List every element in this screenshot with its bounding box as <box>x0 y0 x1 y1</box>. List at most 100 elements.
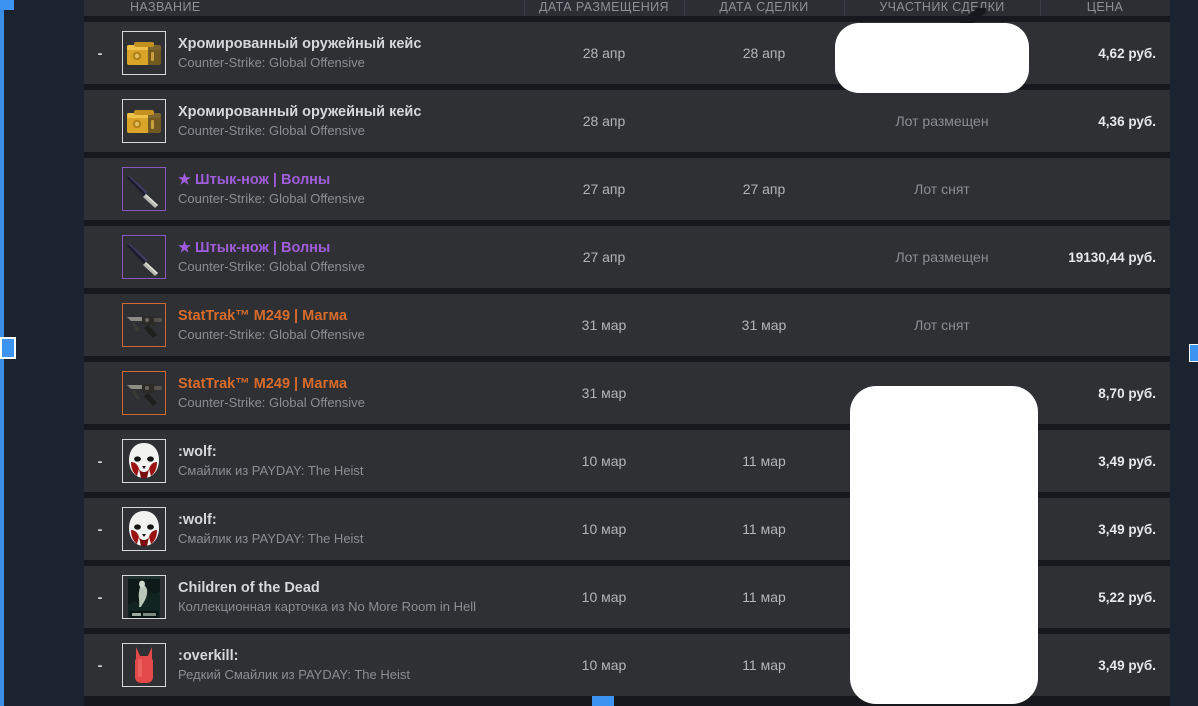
deal-date-cell: 11 мар <box>742 589 786 605</box>
deal-date-cell: 28 апр <box>742 45 786 61</box>
column-header-listed-date[interactable]: ДАТА РАЗМЕЩЕНИЯ <box>524 0 684 16</box>
item-subtitle: Counter-Strike: Global Offensive <box>178 394 365 410</box>
deal-date-cell: 11 мар <box>742 521 786 537</box>
item-subtitle: Counter-Strike: Global Offensive <box>178 258 365 274</box>
price-cell: 8,70 руб. <box>1098 385 1156 401</box>
item-icon-frame <box>122 371 166 415</box>
selection-marker-bottom <box>592 696 614 706</box>
listed-date-cell: 31 мар <box>581 385 627 401</box>
item-icon-frame <box>122 643 166 687</box>
item-title[interactable]: :wolf: <box>178 512 524 529</box>
selection-marker-top <box>0 0 14 10</box>
item-name-cell[interactable]: Хромированный оружейный кейс Counter-Stri… <box>172 104 524 139</box>
item-icon-cell[interactable] <box>116 439 172 483</box>
item-subtitle: Редкий Смайлик из PAYDAY: The Heist <box>178 666 411 682</box>
weapon-case-icon <box>127 42 161 65</box>
item-icon-cell[interactable] <box>116 303 172 347</box>
item-icon-frame <box>122 439 166 483</box>
price-cell: 3,49 руб. <box>1098 453 1156 469</box>
item-subtitle: Counter-Strike: Global Offensive <box>178 326 365 342</box>
item-title[interactable]: ★ Штык-нож | Волны <box>178 172 524 189</box>
deal-party-cell: Лот размещен <box>895 249 989 265</box>
item-name-cell[interactable]: Children of the Dead Коллекционная карточ… <box>172 580 524 615</box>
listed-date-cell: 27 апр <box>582 249 626 265</box>
row-expand-dash[interactable]: - <box>84 454 116 469</box>
price-cell: 4,36 руб. <box>1098 113 1156 129</box>
price-cell: 19130,44 руб. <box>1068 249 1156 265</box>
price-cell: 3,49 руб. <box>1098 657 1156 673</box>
listed-date-cell: 31 мар <box>581 317 627 333</box>
selection-marker-left <box>0 337 16 359</box>
column-header-name[interactable]: НАЗВАНИЕ <box>84 0 524 16</box>
item-title[interactable]: StatTrak™ M249 | Магма <box>178 376 524 393</box>
item-icon-cell[interactable] <box>116 99 172 143</box>
item-name-cell[interactable]: StatTrak™ M249 | Магма Counter-Strike: Gl… <box>172 376 524 411</box>
table-header-row: НАЗВАНИЕ ДАТА РАЗМЕЩЕНИЯ ДАТА СДЕЛКИ УЧА… <box>84 0 1170 16</box>
column-header-price[interactable]: ЦЕНА <box>1040 0 1170 16</box>
item-icon-frame <box>122 303 166 347</box>
item-name-cell[interactable]: ★ Штык-нож | Волны Counter-Strike: Global… <box>172 240 524 275</box>
weapon-case-icon <box>127 110 161 133</box>
price-cell: 4,62 руб. <box>1098 45 1156 61</box>
item-icon-cell[interactable] <box>116 575 172 619</box>
item-title[interactable]: Children of the Dead <box>178 580 524 597</box>
item-name-cell[interactable]: :wolf: Смайлик из PAYDAY: The Heist <box>172 444 524 479</box>
listed-date-cell: 10 мар <box>581 453 627 469</box>
item-subtitle: Counter-Strike: Global Offensive <box>178 54 365 70</box>
item-subtitle: Counter-Strike: Global Offensive <box>178 190 365 206</box>
wolf-mask-icon <box>129 443 159 478</box>
row-expand-dash[interactable]: - <box>84 46 116 61</box>
item-title[interactable]: :overkill: <box>178 648 524 665</box>
item-title[interactable]: ★ Штык-нож | Волны <box>178 240 524 257</box>
item-title[interactable]: Хромированный оружейный кейс <box>178 36 524 53</box>
item-icon-frame <box>122 99 166 143</box>
item-subtitle: Смайлик из PAYDAY: The Heist <box>178 462 364 478</box>
trading-card-icon <box>128 576 160 618</box>
item-title[interactable]: :wolf: <box>178 444 524 461</box>
item-name-cell[interactable]: Хромированный оружейный кейс Counter-Stri… <box>172 36 524 71</box>
item-name-cell[interactable]: :overkill: Редкий Смайлик из PAYDAY: The … <box>172 648 524 683</box>
row-expand-dash[interactable]: - <box>84 590 116 605</box>
overkill-bomb-icon <box>135 647 153 683</box>
table-row[interactable]: ★ Штык-нож | Волны Counter-Strike: Global… <box>84 158 1170 220</box>
item-title[interactable]: Хромированный оружейный кейс <box>178 104 524 121</box>
item-icon-cell[interactable] <box>116 31 172 75</box>
deal-party-cell: Лот размещен <box>895 113 989 129</box>
item-icon-frame <box>122 235 166 279</box>
item-icon-frame <box>122 167 166 211</box>
wolf-mask-icon <box>129 511 159 546</box>
deal-date-cell: 11 мар <box>742 453 786 469</box>
deal-date-cell: 11 мар <box>742 657 786 673</box>
item-icon-cell[interactable] <box>116 167 172 211</box>
bayonet-knife-icon <box>127 175 158 208</box>
item-name-cell[interactable]: ★ Штык-нож | Волны Counter-Strike: Global… <box>172 172 524 207</box>
item-icon-cell[interactable] <box>116 643 172 687</box>
item-name-cell[interactable]: :wolf: Смайлик из PAYDAY: The Heist <box>172 512 524 547</box>
listed-date-cell: 10 мар <box>581 589 627 605</box>
item-icon-cell[interactable] <box>116 507 172 551</box>
table-row[interactable]: ★ Штык-нож | Волны Counter-Strike: Global… <box>84 226 1170 288</box>
redaction-mask-bottom <box>850 386 1038 704</box>
item-icon-cell[interactable] <box>116 235 172 279</box>
listed-date-cell: 10 мар <box>581 521 627 537</box>
item-subtitle: Коллекционная карточка из No More Room i… <box>178 598 476 614</box>
item-icon-frame <box>122 507 166 551</box>
redaction-mask-top <box>835 23 1029 93</box>
item-icon-cell[interactable] <box>116 371 172 415</box>
item-title[interactable]: StatTrak™ M249 | Магма <box>178 308 524 325</box>
listed-date-cell: 28 апр <box>582 45 626 61</box>
item-subtitle: Counter-Strike: Global Offensive <box>178 122 365 138</box>
column-header-deal-date[interactable]: ДАТА СДЕЛКИ <box>684 0 844 16</box>
item-name-cell[interactable]: StatTrak™ M249 | Магма Counter-Strike: Gl… <box>172 308 524 343</box>
deal-date-cell: 27 апр <box>742 181 786 197</box>
price-cell: 5,22 руб. <box>1098 589 1156 605</box>
selection-marker-right <box>1189 344 1198 362</box>
deal-date-cell: 31 мар <box>741 317 787 333</box>
row-expand-dash[interactable]: - <box>84 522 116 537</box>
listed-date-cell: 28 апр <box>582 113 626 129</box>
bayonet-knife-icon <box>127 243 158 276</box>
row-expand-dash[interactable]: - <box>84 658 116 673</box>
table-row[interactable]: StatTrak™ M249 | Магма Counter-Strike: Gl… <box>84 294 1170 356</box>
table-row[interactable]: Хромированный оружейный кейс Counter-Stri… <box>84 90 1170 152</box>
deal-party-cell: Лот снят <box>914 181 970 197</box>
